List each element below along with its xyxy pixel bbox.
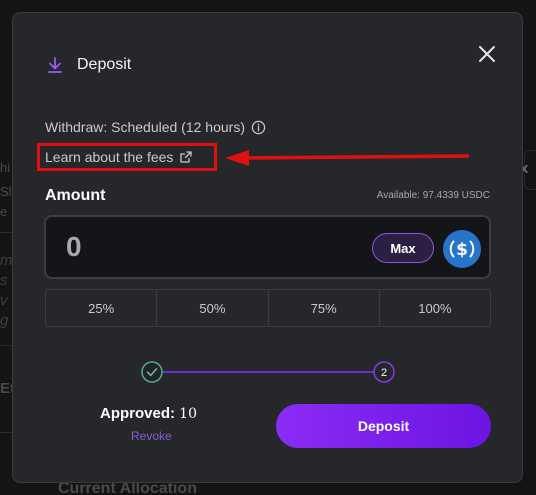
external-link-icon xyxy=(180,151,193,163)
percent-100-button[interactable]: 100% xyxy=(380,290,490,326)
revoke-link[interactable]: Revoke xyxy=(131,429,172,443)
amount-input-box[interactable]: 0 Max $ xyxy=(44,215,491,279)
step-progress: 2 xyxy=(141,361,395,383)
bg-fragment: e xyxy=(0,204,8,219)
approved-status: Approved: 10 xyxy=(100,405,197,422)
learn-fees-link[interactable]: Learn about the fees xyxy=(37,143,217,171)
deposit-button[interactable]: Deposit xyxy=(276,404,491,448)
bg-divider xyxy=(0,345,12,346)
info-icon[interactable] xyxy=(251,120,266,135)
annotation-arrow xyxy=(225,150,469,166)
modal-header: Deposit xyxy=(45,55,131,75)
withdraw-info: Withdraw: Scheduled (12 hours) xyxy=(45,119,266,135)
usdc-coin-icon: $ xyxy=(443,230,481,268)
close-icon[interactable] xyxy=(476,43,498,65)
approved-value: 10 xyxy=(179,406,197,422)
bg-divider xyxy=(0,232,12,233)
svg-text:$: $ xyxy=(456,240,468,260)
bg-fragment: s xyxy=(0,272,8,289)
max-button[interactable]: Max xyxy=(372,233,434,263)
bg-fragment: g xyxy=(0,312,9,329)
download-icon xyxy=(48,57,62,73)
bg-divider xyxy=(0,432,12,433)
learn-fees-label: Learn about the fees xyxy=(45,149,174,165)
available-balance: Available: 97.4339 USDC xyxy=(376,190,490,201)
deposit-modal: Deposit Withdraw: Scheduled (12 hours) L… xyxy=(12,12,523,483)
bg-fragment: Sl xyxy=(0,184,12,199)
bg-fragment: m xyxy=(0,252,13,269)
percent-50-button[interactable]: 50% xyxy=(157,290,269,326)
bg-fragment: v xyxy=(0,292,8,309)
step-1-check-icon xyxy=(141,361,163,383)
percent-25-button[interactable]: 25% xyxy=(46,290,158,326)
withdraw-text: Withdraw: Scheduled (12 hours) xyxy=(45,119,245,135)
modal-title: Deposit xyxy=(77,56,132,73)
bg-fragment: hi xyxy=(0,160,11,175)
percent-buttons: 25% 50% 75% 100% xyxy=(45,289,491,327)
step-2-label: 2 xyxy=(381,367,387,379)
percent-75-button[interactable]: 75% xyxy=(269,290,380,326)
amount-label: Amount xyxy=(45,187,106,204)
approved-label: Approved: xyxy=(100,405,175,422)
amount-input[interactable]: 0 xyxy=(66,231,82,263)
